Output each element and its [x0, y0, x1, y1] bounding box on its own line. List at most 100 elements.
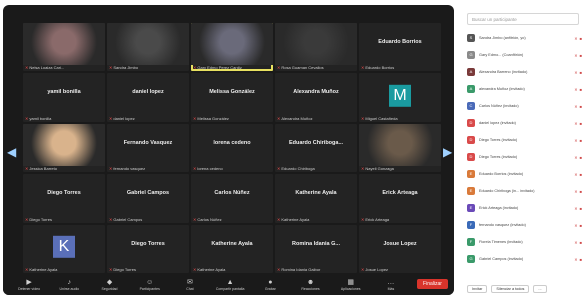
- participant-display-name: Romina Idania G...: [292, 240, 340, 247]
- apps-icon: ▦: [347, 278, 355, 286]
- participant-tile[interactable]: Fernando Vasquez ✕fernando vasquez: [107, 123, 189, 173]
- participant-name: Fiorela Timenes (invitado): [479, 240, 523, 244]
- participant-name: daniel lopez (invitado): [479, 121, 516, 125]
- participant-tile[interactable]: Erick Arteaga ✕Erick Arteaga: [359, 174, 441, 223]
- participant-avatar: G: [467, 255, 475, 263]
- record-button[interactable]: ● Grabar: [250, 278, 290, 291]
- participant-label: ✕Carlos Núñez: [193, 217, 222, 222]
- muted-mic-icon: ✕: [574, 69, 578, 75]
- video-grid: ✕Nelsa Loaiza Cari... ✕Sandra Jimbo ✕Gary …: [23, 23, 441, 273]
- participant-tile[interactable]: ✕Nayeli Gonzaga: [359, 123, 441, 173]
- participant-tile[interactable]: Alexandra Muñoz ✕Alexandra Muñoz: [275, 73, 357, 122]
- participant-row[interactable]: G Gabriel Campos (invitado) ✕ ■: [467, 252, 582, 266]
- participant-tile[interactable]: ✕Jessica Barreto: [23, 123, 105, 173]
- toolbar-label: Participantes: [139, 286, 160, 291]
- muted-mic-icon: ✕: [574, 35, 578, 41]
- participant-row[interactable]: Ffernando vasquez (invitado) ✕ ■: [467, 218, 582, 232]
- participant-label-text: Katherine Ayala: [281, 216, 310, 222]
- apps-button[interactable]: ▦ Aplicaciones: [331, 278, 371, 291]
- participant-tile[interactable]: Carlos Núñez ✕Carlos Núñez: [191, 174, 273, 223]
- panel-footer-button[interactable]: Invitar: [467, 285, 488, 293]
- participant-row[interactable]: A Alexandra Barreno (invitado) ✕ ■: [467, 65, 582, 79]
- participant-label: ✕Melissa González: [193, 116, 229, 121]
- participant-row[interactable]: D Diego Torres (invitado) ✕ ■: [467, 150, 582, 164]
- participant-row[interactable]: E Eduardo Borrios (invitado) ✕ ■: [467, 167, 582, 181]
- participant-tile[interactable]: ✕Nelsa Loaiza Cari...: [23, 23, 105, 72]
- muted-mic-icon: ✕: [277, 216, 281, 222]
- video-button[interactable]: ▶ Detener vídeo: [9, 278, 49, 291]
- participant-label-text: Melissa González: [197, 115, 229, 121]
- participant-display-name: Alexandra Muñoz: [293, 89, 339, 96]
- participant-row[interactable]: Aalexandra Muñoz (invitado) ✕ ■: [467, 82, 582, 96]
- participant-display-name: Melissa González: [209, 89, 255, 96]
- participant-tile[interactable]: Melissa González ✕Melissa González: [191, 73, 273, 122]
- participant-tile[interactable]: daniel lopez ✕daniel lopez: [107, 73, 189, 122]
- shield-button[interactable]: ◆ Seguridad: [89, 278, 129, 291]
- muted-mic-icon: ✕: [361, 115, 365, 121]
- participants-button[interactable]: ☺ Participantes: [130, 278, 170, 291]
- participant-tile[interactable]: ✕Gary Edmo Perez Cardiz: [191, 23, 273, 72]
- participant-tile[interactable]: Diego Torres ✕Diego Torres: [23, 174, 105, 223]
- next-page-icon[interactable]: ▶: [443, 145, 452, 159]
- participant-label-text: Romina Idania Gaibor: [281, 267, 321, 272]
- participant-row[interactable]: E Erick Arteaga (invitado) ✕ ■: [467, 201, 582, 215]
- participant-row[interactable]: G Gary Edmo... (Coanfitrión) ✕ ■: [467, 48, 582, 62]
- participant-row[interactable]: Ddaniel lopez (invitado) ✕ ■: [467, 116, 582, 130]
- participant-video: [191, 23, 273, 66]
- participant-label-text: Diego Torres: [113, 267, 136, 272]
- participant-label-text: Miguel Castañeda: [365, 115, 398, 121]
- participant-tile[interactable]: Eduardo Borrios ✕Eduardo Borrios: [359, 23, 441, 72]
- participant-tile[interactable]: Katherine Ayala ✕Katherine Ayala: [191, 224, 273, 273]
- participant-label: ✕Alexandra Muñoz: [277, 116, 313, 121]
- share-button[interactable]: ▲ Compartir pantalla: [210, 278, 250, 291]
- participant-tile[interactable]: Katherine Ayala ✕Katherine Ayala: [275, 174, 357, 223]
- participant-label-text: Jessica Barreto: [29, 166, 57, 172]
- participant-tile[interactable]: Gabriel Campos ✕Gabriel Campos: [107, 174, 189, 223]
- participant-label-text: Nelsa Loaiza Cari...: [29, 65, 65, 71]
- participant-tile[interactable]: ✕Sandra Jimbo: [107, 23, 189, 72]
- participant-tile[interactable]: ✕Rosa Guaman Cevallos: [275, 23, 357, 72]
- shield-icon: ◆: [106, 278, 113, 286]
- panel-footer-button[interactable]: ...: [533, 285, 547, 293]
- participant-row[interactable]: D Diego Torres (invitado) ✕ ■: [467, 133, 582, 147]
- participant-tile[interactable]: Josue Lopez ✕Josue Lopez: [359, 224, 441, 273]
- participant-tile[interactable]: Diego Torres ✕Diego Torres: [107, 224, 189, 273]
- participant-label-text: fernando vasquez: [113, 166, 146, 172]
- reactions-icon: ☻: [306, 278, 315, 286]
- participant-row[interactable]: F Fiorela Timenes (invitado) ✕ ■: [467, 235, 582, 249]
- participant-tile[interactable]: yamil bonilla ✕yamil bonilla: [23, 73, 105, 122]
- toolbar-label: Detener vídeo: [18, 286, 41, 291]
- participant-name: Diego Torres (invitado): [479, 138, 518, 142]
- participant-label-text: Diego Torres: [29, 216, 52, 222]
- muted-mic-icon: ✕: [574, 188, 578, 194]
- participant-label-text: Sandra Jimbo: [113, 65, 139, 71]
- muted-mic-icon: ✕: [574, 120, 578, 126]
- participant-label-text: Katherine Ayala: [197, 267, 226, 272]
- participant-label: ✕yamil bonilla: [25, 116, 51, 121]
- participant-search-input[interactable]: Buscar un participante: [467, 13, 579, 25]
- reactions-button[interactable]: ☻ Reacciones: [290, 278, 330, 291]
- prev-page-icon[interactable]: ◀: [7, 145, 16, 159]
- participant-tile[interactable]: Romina Idania G... ✕Romina Idania Gaibor: [275, 224, 357, 273]
- participant-avatar: D: [467, 153, 475, 161]
- participant-avatar: S: [467, 34, 475, 42]
- participant-tile[interactable]: K ✕Katherine Ayala: [23, 224, 105, 273]
- participant-name: Eduardo Borrios (invitado): [479, 172, 524, 176]
- participant-row[interactable]: E Eduardo Chiriboga (in... invitado) ✕ ■: [467, 184, 582, 198]
- participant-tile[interactable]: lorena cedeno ✕lorena cedeno: [191, 123, 273, 173]
- participant-avatar: E: [467, 187, 475, 195]
- audio-button[interactable]: ♪ Unirse audio: [49, 278, 89, 291]
- participant-row[interactable]: S Sandra Jimbo (anfitrión, yo) ✕ ■: [467, 31, 582, 45]
- participant-tile[interactable]: Eduardo Chiriboga... ✕Eduardo Chiriboga: [275, 123, 357, 173]
- participant-tile[interactable]: M ✕Miguel Castañeda: [359, 73, 441, 122]
- chat-icon: ✉: [186, 278, 193, 286]
- participant-label-text: Eduardo Borrios: [365, 65, 395, 71]
- participant-row[interactable]: C Carlos Núñez (invitado) ✕ ■: [467, 99, 582, 113]
- participant-name: alexandra Muñoz (invitado): [479, 87, 525, 91]
- chat-button[interactable]: ✉ Chat: [170, 278, 210, 291]
- end-meeting-button[interactable]: Finalizar: [417, 279, 448, 289]
- more-button[interactable]: … Más: [371, 278, 411, 291]
- participant-display-name: Carlos Núñez: [214, 190, 250, 197]
- panel-footer-button[interactable]: Silenciar a todos: [491, 285, 530, 293]
- participant-label: ✕Gabriel Campos: [109, 217, 142, 222]
